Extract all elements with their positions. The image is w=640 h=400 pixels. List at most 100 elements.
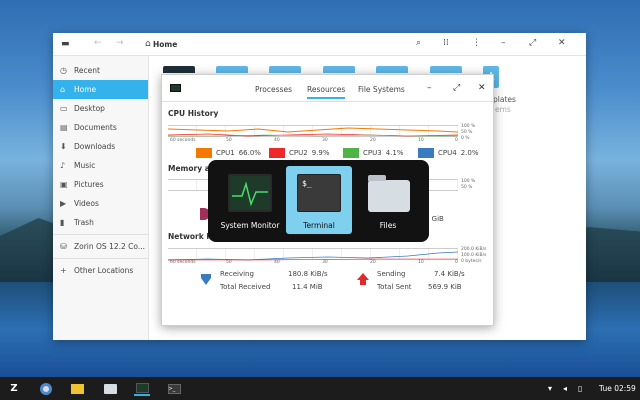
app-switcher: System Monitor $_ Terminal Files [208,160,429,242]
sidebar-item-documents[interactable]: ▤ Documents [53,118,148,137]
search-icon[interactable]: ⌕ [416,38,421,48]
total-sent-label: Total Sent [377,283,412,291]
menu-icon[interactable]: ⋮ [472,38,481,48]
minimize-icon[interactable]: – [501,38,506,48]
files-sidebar: ◷ Recent ⌂ Home ▭ Desktop ▤ Documents ⬇ Downl… [53,56,149,340]
folder-icon[interactable] [216,66,248,73]
folder-label-fragment: ems [495,105,511,114]
forward-arrow-icon[interactable]: → [116,38,124,48]
axis-pct-top: 100 % [461,124,476,129]
folder-icon[interactable] [323,66,355,73]
sidebar-item-label: Desktop [74,104,105,113]
tab-resources[interactable]: Resources [307,85,346,99]
close-icon[interactable]: ✕ [478,83,486,93]
video-icon: ▶ [60,199,67,208]
grid-view-icon[interactable]: ⁞⁞ [443,38,449,48]
network-history-graph [168,248,458,261]
sidebar-item-label: Other Locations [74,266,134,275]
sidebar-item-label: Downloads [74,142,116,151]
switcher-item-terminal[interactable]: $_ Terminal [286,166,352,234]
browser-icon[interactable] [38,381,54,396]
home-icon: ⌂ [145,39,151,49]
receiving-value: 180.8 KiB/s [288,270,328,278]
sidebar-item-downloads[interactable]: ⬇ Downloads [53,137,148,156]
net-axis-mid: 100.0 KiB/s [461,253,487,258]
sidebar-item-zorin-drive[interactable]: ⛁ Zorin OS 12.2 Co... [53,237,148,256]
tab-processes[interactable]: Processes [255,85,292,94]
desktop-icon: ▭ [60,104,68,113]
folder-icon[interactable] [376,66,408,73]
music-icon: ♪ [60,161,66,170]
system-monitor-taskbar-icon[interactable] [134,381,150,396]
system-monitor-icon [228,174,272,212]
sidebar-item-label: Zorin OS 12.2 Co... [74,242,146,251]
cpu4-legend[interactable]: CPU4 2.0% [418,148,478,158]
axis-tick: 10 [418,138,424,143]
terminal-taskbar-icon[interactable]: >_ [166,381,182,396]
sending-label: Sending [377,270,406,278]
drive-icon[interactable]: ▬ [61,39,70,49]
axis-tick: 30 [322,260,328,265]
sidebar-divider [53,234,148,235]
axis-tick: 40 [274,260,280,265]
volume-icon[interactable]: ◂ [563,384,567,393]
axis-pct-mid: 50 % [461,130,473,135]
path-home-button[interactable]: Home [153,40,177,49]
cpu4-swatch[interactable] [418,148,434,158]
sidebar-item-desktop[interactable]: ▭ Desktop [53,99,148,118]
sidebar-item-home[interactable]: ⌂ Home [53,80,148,99]
cpu-name: CPU3 [363,149,382,157]
folder-icon[interactable] [163,66,195,73]
folder-icon[interactable] [430,66,462,73]
switcher-item-system-monitor[interactable]: System Monitor [217,166,283,234]
axis-tick: 50 [226,138,232,143]
axis-tick: 60 seconds [170,138,196,143]
net-axis-top: 200.0 KiB/s [461,247,487,252]
axis-pct-bot: 0 % [461,136,470,141]
sidebar-item-videos[interactable]: ▶ Videos [53,194,148,213]
minimize-icon[interactable]: – [427,83,432,93]
sidebar-item-label: Pictures [74,180,104,189]
restore-icon[interactable]: ⤢ [453,83,460,93]
mail-icon[interactable] [69,381,85,396]
pictures-icon: ▣ [60,180,68,189]
switcher-item-label: Files [379,221,397,230]
sidebar-item-other-locations[interactable]: + Other Locations [53,261,148,280]
clock-icon: ◷ [60,66,67,75]
switcher-item-files[interactable]: Files [355,166,421,234]
sidebar-item-recent[interactable]: ◷ Recent [53,61,148,80]
axis-tick: 30 [322,138,328,143]
files-taskbar-icon[interactable] [102,381,118,396]
terminal-prompt: $_ [302,179,312,188]
net-axis-bot: 0 bytes/s [461,259,482,264]
sidebar-item-label: Music [74,161,96,170]
cpu1-legend[interactable]: CPU1 66.0% [196,148,261,158]
sidebar-item-music[interactable]: ♪ Music [53,156,148,175]
battery-icon[interactable]: ▯ [578,384,582,393]
tab-file-systems[interactable]: File Systems [358,85,405,94]
cpu2-swatch[interactable] [269,148,285,158]
sidebar-item-trash[interactable]: ▮ Trash [53,213,148,232]
back-arrow-icon[interactable]: ← [94,38,102,48]
cpu-history-graph [168,125,458,137]
cpu3-legend[interactable]: CPU3 4.1% [343,148,403,158]
taskbar-clock[interactable]: Tue 02:59 [599,384,636,393]
close-icon[interactable]: ✕ [558,38,566,48]
zorin-menu-icon[interactable]: Z [6,381,22,396]
sidebar-divider [53,258,148,259]
sidebar-item-label: Recent [74,66,100,75]
axis-tick: 0 [455,260,458,265]
sidebar-item-pictures[interactable]: ▣ Pictures [53,175,148,194]
sending-value: 7.4 KiB/s [434,270,465,278]
cpu3-swatch[interactable] [343,148,359,158]
files-headerbar: ▬ ← → ⌂ Home ⌕ ⁞⁞ ⋮ – ⤢ ✕ [53,33,586,56]
trash-icon: ▮ [60,218,65,227]
folder-icon[interactable] [269,66,301,73]
restore-icon[interactable]: ⤢ [529,38,536,48]
cpu1-swatch[interactable] [196,148,212,158]
home-icon: ⌂ [60,85,66,94]
wifi-icon[interactable]: ▾ [548,384,552,393]
cpu2-legend[interactable]: CPU2 9.9% [269,148,329,158]
total-received-label: Total Received [220,283,271,291]
sidebar-item-label: Trash [74,218,94,227]
